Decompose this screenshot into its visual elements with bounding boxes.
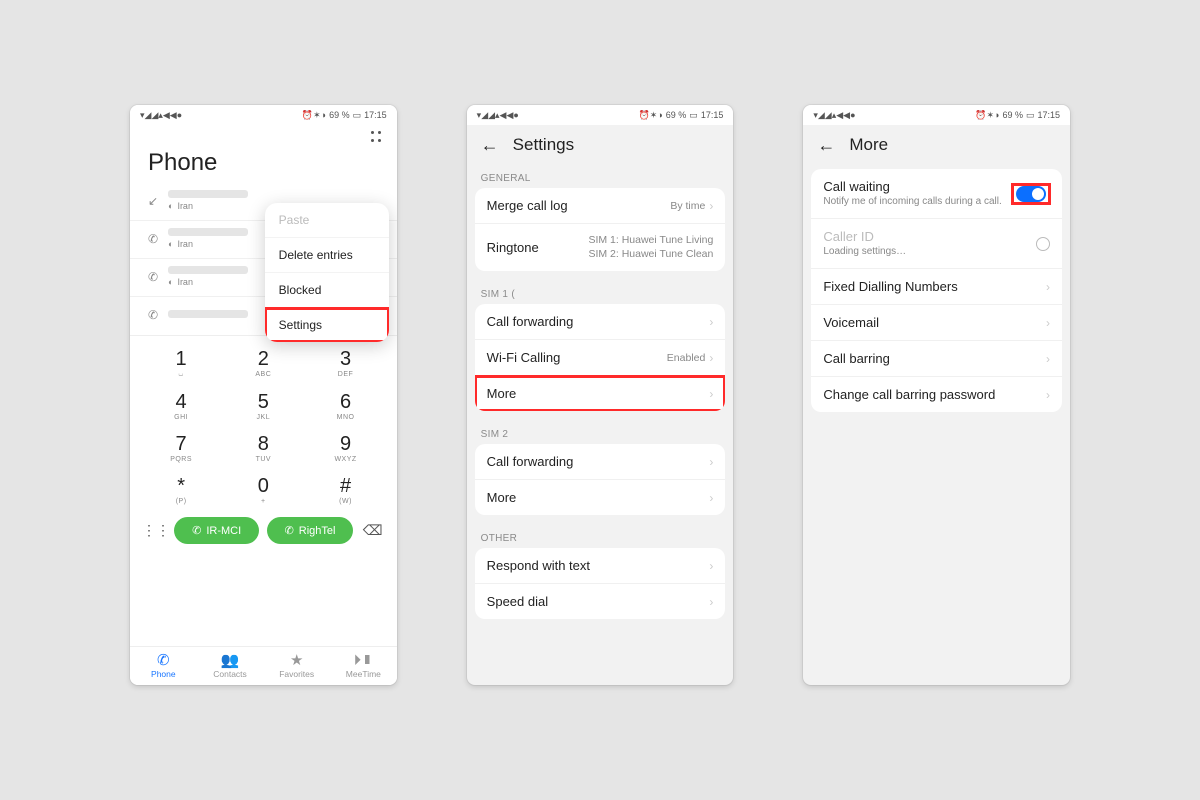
call-icon: ✆ xyxy=(146,232,160,246)
signal-icon: ▾◢◢▴◀◀● xyxy=(813,110,855,121)
row-merge-call-log[interactable]: Merge call log By time› xyxy=(475,188,726,224)
signal-icon: ▾◢◢▴◀◀● xyxy=(477,110,519,121)
row-voicemail[interactable]: Voicemail › xyxy=(811,305,1062,341)
call-icon: ✆ xyxy=(146,308,160,322)
phone-icon: ✆ xyxy=(130,653,197,670)
key-4[interactable]: 4GHI xyxy=(140,385,222,427)
battery-icon: ▭ xyxy=(353,110,362,121)
call-sim2-button[interactable]: ✆ RighTel xyxy=(267,517,352,544)
star-icon: ★ xyxy=(263,653,330,670)
clock-text: 17:15 xyxy=(364,110,387,120)
dialpad: 1⏘ 2ABC 3DEF 4GHI 5JKL 6MNO 7PQRS 8TUV 9… xyxy=(130,335,397,556)
alarm-icon: ⏰✶◑ xyxy=(639,110,663,121)
back-icon[interactable]: ← xyxy=(817,136,835,154)
chevron-right-icon: › xyxy=(709,315,713,329)
alarm-icon: ⏰✶◑ xyxy=(302,110,326,121)
key-star[interactable]: *(P) xyxy=(140,469,222,511)
menu-item-blocked[interactable]: Blocked xyxy=(265,273,389,308)
section-sim2: SIM 2 xyxy=(467,419,734,444)
chevron-right-icon: › xyxy=(1046,280,1050,294)
row-caller-id[interactable]: Caller IDLoading settings… xyxy=(811,219,1062,269)
overflow-menu: Paste Delete entries Blocked Settings xyxy=(265,203,389,342)
key-7[interactable]: 7PQRS xyxy=(140,427,222,469)
overflow-menu-icon[interactable] xyxy=(371,131,383,143)
video-icon: ⏵▮ xyxy=(330,653,397,670)
page-title: Settings xyxy=(513,135,574,155)
loading-indicator-icon xyxy=(1036,237,1050,251)
row-change-barring-password[interactable]: Change call barring password › xyxy=(811,377,1062,412)
chevron-right-icon: › xyxy=(709,199,713,213)
row-speed-dial[interactable]: Speed dial › xyxy=(475,584,726,619)
row-more[interactable]: More › xyxy=(475,480,726,515)
key-8[interactable]: 8TUV xyxy=(222,427,304,469)
menu-item-delete-entries[interactable]: Delete entries xyxy=(265,238,389,273)
call-icon: ✆ xyxy=(146,270,160,284)
nav-favorites[interactable]: ★Favorites xyxy=(263,647,330,686)
call-sim1-button[interactable]: ✆ IR-MCI xyxy=(174,517,259,544)
chevron-right-icon: › xyxy=(1046,388,1050,402)
chevron-right-icon: › xyxy=(709,595,713,609)
key-3[interactable]: 3DEF xyxy=(304,342,386,385)
nav-contacts[interactable]: 👥Contacts xyxy=(197,647,264,686)
bottom-nav: ✆Phone 👥Contacts ★Favorites ⏵▮MeeTime xyxy=(130,646,397,686)
section-sim1: SIM 1 ( xyxy=(467,279,734,304)
statusbar: ▾◢◢▴◀◀● ⏰✶◑ 69 % ▭ 17:15 xyxy=(803,105,1070,125)
call-waiting-toggle[interactable] xyxy=(1016,186,1046,202)
screen-settings: ▾◢◢▴◀◀● ⏰✶◑ 69 % ▭ 17:15 ← Settings GENE… xyxy=(467,105,734,685)
battery-text: 69 % xyxy=(329,110,350,120)
back-icon[interactable]: ← xyxy=(481,136,499,154)
chevron-right-icon: › xyxy=(709,491,713,505)
nav-meetime[interactable]: ⏵▮MeeTime xyxy=(330,647,397,686)
key-0[interactable]: 0+ xyxy=(222,469,304,511)
key-2[interactable]: 2ABC xyxy=(222,342,304,385)
row-call-barring[interactable]: Call barring › xyxy=(811,341,1062,377)
signal-icon: ▾◢◢▴◀◀● xyxy=(140,110,182,121)
row-respond-with-text[interactable]: Respond with text › xyxy=(475,548,726,584)
chevron-right-icon: › xyxy=(709,387,713,401)
screen-phone-dialer: ▾◢◢▴◀◀● ⏰✶◑ 69 % ▭ 17:15 Phone ↙ ◐ Iran … xyxy=(130,105,397,685)
backspace-icon[interactable]: ⌫ xyxy=(361,522,385,539)
collapse-dialpad-icon[interactable]: ⋮⋮⋮ xyxy=(142,522,166,539)
chevron-right-icon: › xyxy=(709,351,713,365)
row-call-forwarding[interactable]: Call forwarding › xyxy=(475,304,726,340)
screen-more: ▾◢◢▴◀◀● ⏰✶◑ 69 % ▭ 17:15 ← More Call wai… xyxy=(803,105,1070,685)
key-hash[interactable]: #(W) xyxy=(304,469,386,511)
page-title: More xyxy=(849,135,888,155)
section-general: GENERAL xyxy=(467,163,734,188)
row-fixed-dialling[interactable]: Fixed Dialling Numbers › xyxy=(811,269,1062,305)
contacts-icon: 👥 xyxy=(197,653,264,670)
page-title: Phone xyxy=(130,149,397,183)
statusbar: ▾◢◢▴◀◀● ⏰✶◑ 69 % ▭ 17:15 xyxy=(130,105,397,125)
chevron-right-icon: › xyxy=(1046,352,1050,366)
row-ringtone[interactable]: Ringtone SIM 1: Huawei Tune LivingSIM 2:… xyxy=(475,224,726,271)
menu-item-settings[interactable]: Settings xyxy=(265,308,389,342)
row-more[interactable]: More › xyxy=(475,376,726,411)
chevron-right-icon: › xyxy=(709,559,713,573)
key-1[interactable]: 1⏘ xyxy=(140,342,222,385)
chevron-right-icon: › xyxy=(709,455,713,469)
missed-call-icon: ↙ xyxy=(146,194,160,208)
row-call-forwarding[interactable]: Call forwarding › xyxy=(475,444,726,480)
key-6[interactable]: 6MNO xyxy=(304,385,386,427)
battery-icon: ▭ xyxy=(1026,110,1035,121)
row-call-waiting[interactable]: Call waitingNotify me of incoming calls … xyxy=(811,169,1062,219)
chevron-right-icon: › xyxy=(1046,316,1050,330)
row-wifi-calling[interactable]: Wi-Fi Calling Enabled› xyxy=(475,340,726,376)
menu-item-paste[interactable]: Paste xyxy=(265,203,389,238)
alarm-icon: ⏰✶◑ xyxy=(975,110,999,121)
battery-icon: ▭ xyxy=(689,110,698,121)
key-5[interactable]: 5JKL xyxy=(222,385,304,427)
statusbar: ▾◢◢▴◀◀● ⏰✶◑ 69 % ▭ 17:15 xyxy=(467,105,734,125)
key-9[interactable]: 9WXYZ xyxy=(304,427,386,469)
nav-phone[interactable]: ✆Phone xyxy=(130,647,197,686)
section-other: OTHER xyxy=(467,523,734,548)
